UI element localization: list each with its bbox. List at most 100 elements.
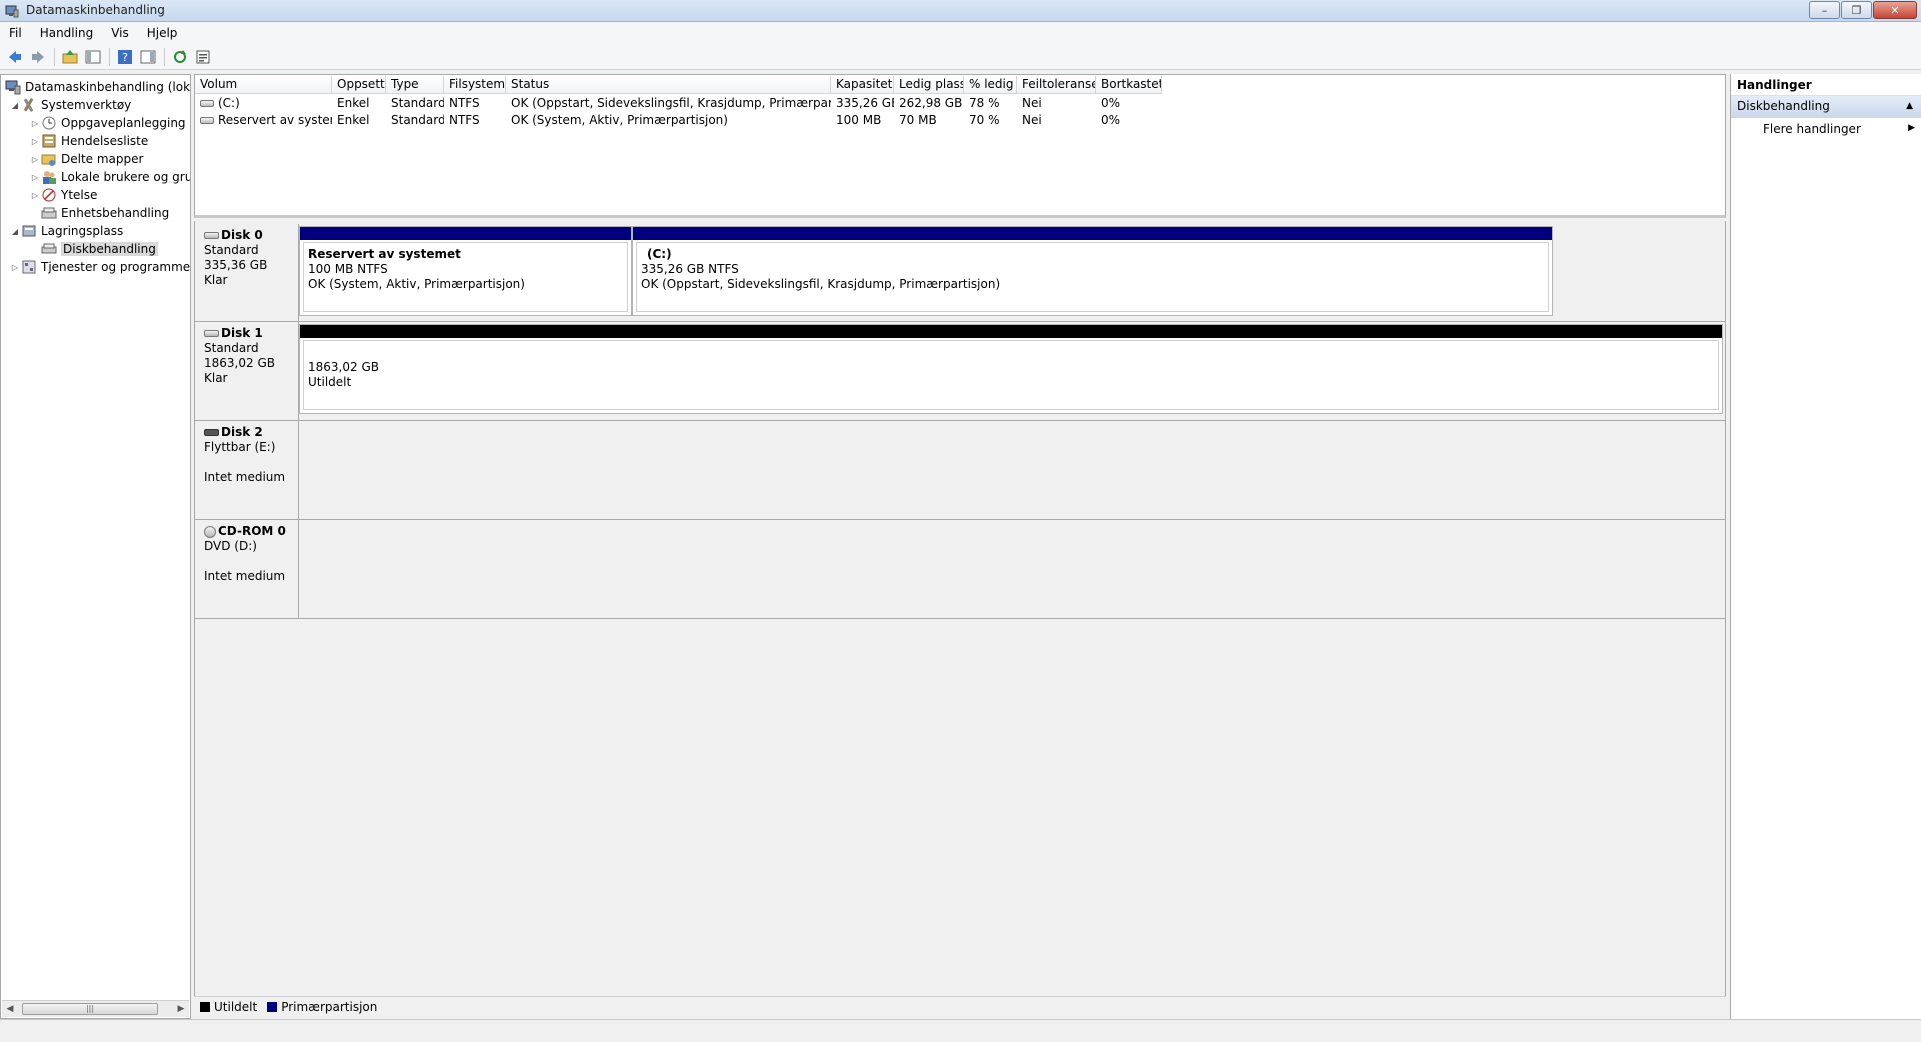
navigation-tree: Datamaskinbehandling (lokal) ◢ Systemver…: [0, 74, 191, 1019]
event-viewer-icon: [41, 133, 57, 149]
actions-pane: Handlinger Diskbehandling ▲ Flere handli…: [1730, 74, 1921, 1019]
disk-label[interactable]: Disk 2 Flyttbar (E:) Intet medium: [195, 421, 299, 519]
collapsed-arrow-icon[interactable]: ▷: [29, 137, 41, 146]
computer-management-icon: [5, 79, 21, 95]
volume-list: Volum Oppsett Type Filsystem Status Kapa…: [194, 74, 1726, 218]
scroll-thumb[interactable]: |||: [22, 1003, 158, 1015]
tree-item-storage[interactable]: ◢ Lagringsplass: [9, 222, 123, 240]
toolbar: ?: [0, 44, 1921, 70]
tree-item-local-users[interactable]: ▷ Lokale brukere og grupper: [29, 168, 190, 186]
disk-row-disk-2: Disk 2 Flyttbar (E:) Intet medium: [195, 421, 1725, 520]
scroll-right-icon[interactable]: ▶: [173, 1001, 189, 1017]
primary-partition-bar: [300, 227, 631, 240]
tools-icon: [21, 97, 37, 113]
partition-unallocated[interactable]: 1863,02 GB Utildelt: [299, 324, 1723, 414]
restore-button[interactable]: ❐: [1841, 1, 1872, 19]
window-title: Datamaskinbehandling: [26, 3, 165, 17]
tree-item-disk-management[interactable]: Diskbehandling: [41, 240, 158, 258]
column-header-percent-free[interactable]: % ledig: [964, 76, 1017, 94]
partition-c[interactable]: (C:) 335,26 GB NTFS OK (Oppstart, Sideve…: [632, 226, 1553, 316]
tree-item-device-manager[interactable]: Enhetsbehandling: [41, 204, 169, 222]
collapsed-arrow-icon[interactable]: ▷: [29, 191, 41, 200]
legend: Utildelt Primærpartisjon: [194, 996, 1726, 1016]
collapsed-arrow-icon[interactable]: ▷: [29, 155, 41, 164]
column-header-type[interactable]: Type: [386, 76, 444, 94]
menu-bar: Fil Handling Vis Hjelp: [0, 22, 1921, 44]
tree-item-event-viewer[interactable]: ▷ Hendelsesliste: [29, 132, 148, 150]
tree-item-shared-folders[interactable]: ▷ Delte mapper: [29, 150, 143, 168]
actions-section-disk-management[interactable]: Diskbehandling ▲: [1731, 96, 1921, 118]
properties-icon[interactable]: [192, 46, 214, 68]
disk-label[interactable]: Disk 0 Standard 335,36 GB Klar: [195, 224, 299, 321]
column-header-layout[interactable]: Oppsett: [332, 76, 386, 94]
status-bar: [0, 1019, 1921, 1042]
tree-item-computer-management[interactable]: Datamaskinbehandling (lokal): [5, 78, 190, 96]
clock-icon: [41, 115, 57, 131]
hard-disk-icon: [204, 232, 219, 239]
storage-icon: [21, 223, 37, 239]
legend-item-unallocated: Utildelt: [200, 1000, 257, 1014]
tree-horizontal-scrollbar[interactable]: ◀ ||| ▶: [2, 1000, 189, 1017]
disk-label[interactable]: Disk 1 Standard 1863,02 GB Klar: [195, 322, 299, 420]
up-folder-icon[interactable]: [59, 46, 81, 68]
computer-management-icon: [5, 4, 19, 18]
partition-reserved[interactable]: Reservert av systemet 100 MB NTFS OK (Sy…: [299, 226, 632, 316]
minimize-button[interactable]: –: [1809, 1, 1840, 19]
show-hide-action-pane-icon[interactable]: [137, 46, 159, 68]
expanded-arrow-icon[interactable]: ◢: [9, 227, 21, 236]
device-manager-icon: [41, 205, 57, 221]
disk-row-disk-0: Disk 0 Standard 335,36 GB Klar Reservert…: [195, 224, 1725, 322]
unallocated-swatch: [200, 1001, 210, 1012]
removable-disk-icon: [204, 429, 219, 436]
primary-partition-bar: [633, 227, 1552, 240]
disk-row-disk-1: Disk 1 Standard 1863,02 GB Klar 1863,02 …: [195, 322, 1725, 421]
tree-item-services-apps[interactable]: ▷ Tjenester og programmer: [9, 258, 190, 276]
menu-handling[interactable]: Handling: [31, 26, 103, 40]
refresh-icon[interactable]: [169, 46, 191, 68]
column-header-overhead[interactable]: Bortkastet: [1096, 76, 1162, 94]
legend-item-primary: Primærpartisjon: [267, 1000, 377, 1014]
services-icon: [21, 259, 37, 275]
disk-label[interactable]: CD-ROM 0 DVD (D:) Intet medium: [195, 520, 299, 618]
volume-icon: [200, 100, 214, 107]
column-header-status[interactable]: Status: [506, 76, 831, 94]
close-button[interactable]: ✕: [1873, 1, 1917, 19]
tree-item-system-tools[interactable]: ◢ Systemverktøy: [9, 96, 131, 114]
cd-rom-icon: [204, 525, 216, 538]
submenu-arrow-icon: ▶: [1908, 123, 1915, 133]
collapse-up-icon[interactable]: ▲: [1906, 101, 1913, 111]
column-header-capacity[interactable]: Kapasitet: [831, 76, 894, 94]
actions-header: Handlinger: [1731, 74, 1921, 96]
unallocated-bar: [300, 325, 1722, 338]
expanded-arrow-icon[interactable]: ◢: [9, 101, 21, 110]
help-icon[interactable]: ?: [114, 46, 136, 68]
forward-icon[interactable]: [27, 46, 49, 68]
column-header-filesystem[interactable]: Filsystem: [444, 76, 506, 94]
collapsed-arrow-icon[interactable]: ▷: [9, 263, 21, 272]
volume-icon: [200, 117, 214, 124]
column-header-free-space[interactable]: Ledig plass: [894, 76, 964, 94]
disk-graphical-view: Disk 0 Standard 335,36 GB Klar Reservert…: [194, 221, 1726, 1016]
collapsed-arrow-icon[interactable]: ▷: [29, 173, 41, 182]
primary-swatch: [267, 1001, 278, 1012]
performance-icon: [41, 187, 57, 203]
scroll-left-icon[interactable]: ◀: [2, 1001, 18, 1017]
menu-vis[interactable]: Vis: [102, 26, 138, 40]
menu-hjelp[interactable]: Hjelp: [138, 26, 187, 40]
column-header-volume[interactable]: Volum: [195, 76, 332, 94]
tree-item-task-scheduler[interactable]: ▷ Oppgaveplanlegging: [29, 114, 186, 132]
back-icon[interactable]: [4, 46, 26, 68]
collapsed-arrow-icon[interactable]: ▷: [29, 119, 41, 128]
column-header-fault-tolerance[interactable]: Feiltoleranse: [1017, 76, 1096, 94]
title-bar: Datamaskinbehandling – ❐ ✕: [0, 0, 1921, 22]
disk-row-cdrom-0: CD-ROM 0 DVD (D:) Intet medium: [195, 520, 1725, 619]
more-actions-item[interactable]: Flere handlinger ▶: [1731, 118, 1921, 140]
show-hide-tree-icon[interactable]: [82, 46, 104, 68]
tree-item-performance[interactable]: ▷ Ytelse: [29, 186, 97, 204]
users-icon: [41, 169, 57, 185]
svg-text:?: ?: [122, 51, 128, 64]
disk-management-icon: [41, 241, 57, 257]
shared-folder-icon: [41, 151, 57, 167]
menu-fil[interactable]: Fil: [0, 26, 31, 40]
hard-disk-icon: [204, 330, 219, 337]
